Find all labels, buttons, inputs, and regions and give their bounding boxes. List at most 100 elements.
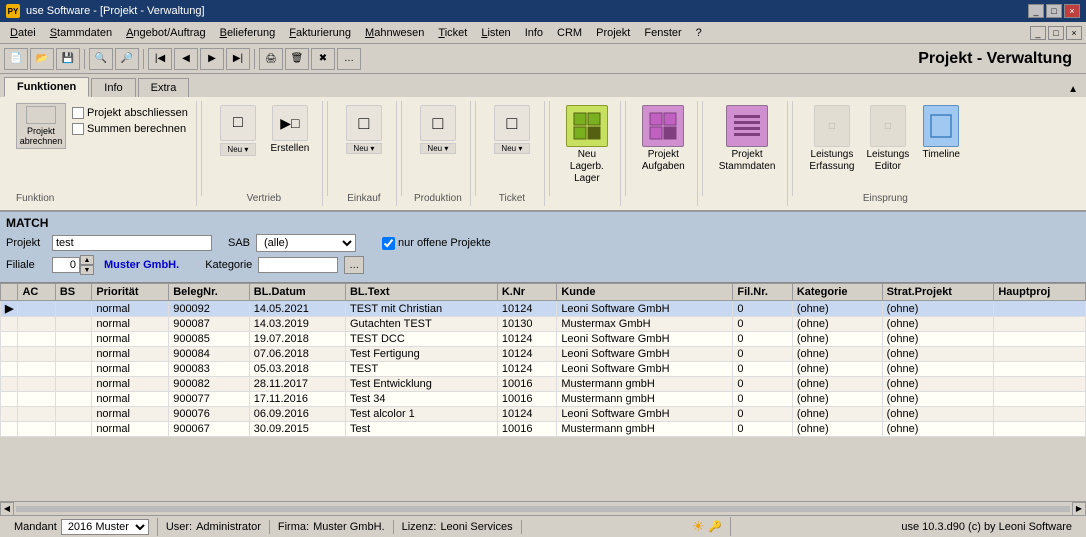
neu-vertrieb-arrow[interactable]: Neu ▾ bbox=[220, 143, 256, 156]
toolbar-next[interactable]: ▶ bbox=[200, 48, 224, 70]
filiale-up[interactable]: ▲ bbox=[80, 255, 94, 265]
table-row[interactable]: normal90008407.06.2018Test Fertigung1012… bbox=[1, 347, 1086, 362]
col-bs[interactable]: BS bbox=[55, 284, 91, 301]
col-kunde[interactable]: Kunde bbox=[557, 284, 733, 301]
leistungs-editor-btn[interactable]: □ LeistungsEditor bbox=[862, 103, 913, 175]
toolbar-new[interactable]: 📄 bbox=[4, 48, 28, 70]
cell-hauptproj bbox=[994, 407, 1086, 422]
toolbar-cancel[interactable]: ✖ bbox=[311, 48, 335, 70]
neu-einkauf-btn[interactable]: □ Neu ▾ bbox=[340, 103, 388, 156]
menu-help[interactable]: ? bbox=[690, 25, 708, 41]
table-row[interactable]: normal90008305.03.2018TEST10124Leoni Sof… bbox=[1, 362, 1086, 377]
neu-produktion-btn[interactable]: □ Neu ▾ bbox=[414, 103, 462, 156]
col-prioritaet[interactable]: Priorität bbox=[92, 284, 169, 301]
toolbar-print[interactable]: 🖨 bbox=[259, 48, 283, 70]
col-filNr[interactable]: Fil.Nr. bbox=[733, 284, 792, 301]
inner-close-btn[interactable]: × bbox=[1066, 26, 1082, 40]
toolbar-last[interactable]: ▶| bbox=[226, 48, 250, 70]
table-row[interactable]: normal90008228.11.2017Test Entwicklung10… bbox=[1, 377, 1086, 392]
projekt-stammdaten-btn[interactable]: ProjektStammdaten bbox=[715, 103, 780, 175]
inner-minimize-btn[interactable]: _ bbox=[1030, 26, 1046, 40]
menu-mahnwesen[interactable]: Mahnwesen bbox=[359, 25, 430, 41]
table-row[interactable]: normal90008714.03.2019Gutachten TEST1013… bbox=[1, 317, 1086, 332]
col-hauptproj[interactable]: Hauptproj bbox=[994, 284, 1086, 301]
hscroll-left[interactable]: ◀ bbox=[0, 502, 14, 516]
table-row[interactable]: normal90007606.09.2016Test alcolor 11012… bbox=[1, 407, 1086, 422]
summen-berechnen-checkbox[interactable]: Summen berechnen bbox=[72, 123, 188, 135]
projekt-abrechnen-btn[interactable]: Projektabrechnen bbox=[16, 103, 66, 149]
hscroll-track[interactable] bbox=[16, 506, 1070, 512]
cell-bs bbox=[55, 301, 91, 317]
menu-fakturierung[interactable]: Fakturierung bbox=[283, 25, 357, 41]
minimize-btn[interactable]: _ bbox=[1028, 4, 1044, 18]
neu-lagerb-btn[interactable]: NeuLagerb.Lager bbox=[562, 103, 612, 187]
neu-vertrieb-btn[interactable]: □ Neu ▾ bbox=[214, 103, 262, 158]
menu-crm[interactable]: CRM bbox=[551, 25, 588, 41]
chk-summen[interactable] bbox=[72, 123, 84, 135]
cell-ac bbox=[18, 362, 55, 377]
projekt-aufgaben-btn[interactable]: ProjektAufgaben bbox=[638, 103, 689, 175]
menu-info[interactable]: Info bbox=[519, 25, 549, 41]
menu-fenster[interactable]: Fenster bbox=[638, 25, 687, 41]
cell-kunde: Mustermann gmbH bbox=[557, 377, 733, 392]
toolbar-search2[interactable]: 🔎 bbox=[115, 48, 139, 70]
menu-datei[interactable]: Datei bbox=[4, 25, 42, 41]
table-row[interactable]: normal90008519.07.2018TEST DCC10124Leoni… bbox=[1, 332, 1086, 347]
toolbar-prev[interactable]: ◀ bbox=[174, 48, 198, 70]
kategorie-input[interactable] bbox=[258, 257, 338, 273]
ribbon: Projektabrechnen Projekt abschliessen Su… bbox=[0, 97, 1086, 212]
toolbar-search[interactable]: 🔍 bbox=[89, 48, 113, 70]
toolbar-open[interactable]: 📂 bbox=[30, 48, 54, 70]
cell-hauptproj bbox=[994, 317, 1086, 332]
tab-info[interactable]: Info bbox=[91, 78, 135, 97]
toolbar-save[interactable]: 💾 bbox=[56, 48, 80, 70]
col-belegNr[interactable]: BelegNr. bbox=[169, 284, 250, 301]
col-stratProjekt[interactable]: Strat.Projekt bbox=[882, 284, 994, 301]
menu-listen[interactable]: Listen bbox=[475, 25, 516, 41]
close-btn[interactable]: × bbox=[1064, 4, 1080, 18]
menu-belieferung[interactable]: Belieferung bbox=[214, 25, 282, 41]
col-ac[interactable]: AC bbox=[18, 284, 55, 301]
toolbar-first[interactable]: |◀ bbox=[148, 48, 172, 70]
menu-projekt[interactable]: Projekt bbox=[590, 25, 636, 41]
table-row[interactable]: normal90006730.09.2015Test10016Musterman… bbox=[1, 422, 1086, 437]
leistungs-erfassung-label: LeistungsErfassung bbox=[809, 149, 854, 173]
kategorie-browse-btn[interactable]: … bbox=[344, 256, 364, 274]
col-blText[interactable]: BL.Text bbox=[345, 284, 497, 301]
leistungs-erfassung-btn[interactable]: □ LeistungsErfassung bbox=[805, 103, 858, 175]
timeline-btn[interactable]: Timeline bbox=[917, 103, 965, 163]
neu-ticket-btn[interactable]: □ Neu ▾ bbox=[488, 103, 536, 156]
cell-stratProjekt: (ohne) bbox=[882, 377, 994, 392]
cell-ac bbox=[18, 317, 55, 332]
tab-extra[interactable]: Extra bbox=[138, 78, 190, 97]
filiale-label: Filiale bbox=[6, 259, 46, 271]
tab-funktionen[interactable]: Funktionen bbox=[4, 77, 89, 97]
maximize-btn[interactable]: □ bbox=[1046, 4, 1062, 18]
toolbar-more[interactable]: … bbox=[337, 48, 361, 70]
projekt-input[interactable] bbox=[52, 235, 212, 251]
menu-stammdaten[interactable]: Stammdaten bbox=[44, 25, 118, 41]
inner-restore-btn[interactable]: □ bbox=[1048, 26, 1064, 40]
toolbar-delete[interactable]: 🗑 bbox=[285, 48, 309, 70]
table-row[interactable]: ▶normal90009214.05.2021TEST mit Christia… bbox=[1, 301, 1086, 317]
erstellen-btn[interactable]: ▶□ Erstellen bbox=[266, 103, 314, 157]
tab-collapse-arrow[interactable]: ▲ bbox=[1064, 82, 1082, 97]
projekt-abschliessen-checkbox[interactable]: Projekt abschliessen bbox=[72, 107, 188, 119]
table-row[interactable]: normal90007717.11.2016Test 3410016Muster… bbox=[1, 392, 1086, 407]
menu-angebot[interactable]: Angebot/Auftrag bbox=[120, 25, 212, 41]
ribbon-group-produktion: □ Neu ▾ Produktion bbox=[406, 101, 471, 206]
horizontal-scrollbar[interactable]: ◀ ▶ bbox=[0, 501, 1086, 515]
nur-offene-check[interactable]: nur offene Projekte bbox=[382, 237, 491, 250]
menu-ticket[interactable]: Ticket bbox=[432, 25, 473, 41]
col-kNr[interactable]: K.Nr bbox=[497, 284, 556, 301]
nur-offene-label: nur offene Projekte bbox=[398, 237, 491, 249]
filiale-input[interactable] bbox=[52, 257, 80, 273]
filiale-down[interactable]: ▼ bbox=[80, 265, 94, 275]
col-blDatum[interactable]: BL.Datum bbox=[249, 284, 345, 301]
cell-kNr: 10124 bbox=[497, 332, 556, 347]
col-kategorie[interactable]: Kategorie bbox=[792, 284, 882, 301]
sab-select[interactable]: (alle) bbox=[256, 234, 356, 252]
hscroll-right[interactable]: ▶ bbox=[1072, 502, 1086, 516]
chk-abschliessen[interactable] bbox=[72, 107, 84, 119]
cell-kategorie: (ohne) bbox=[792, 392, 882, 407]
